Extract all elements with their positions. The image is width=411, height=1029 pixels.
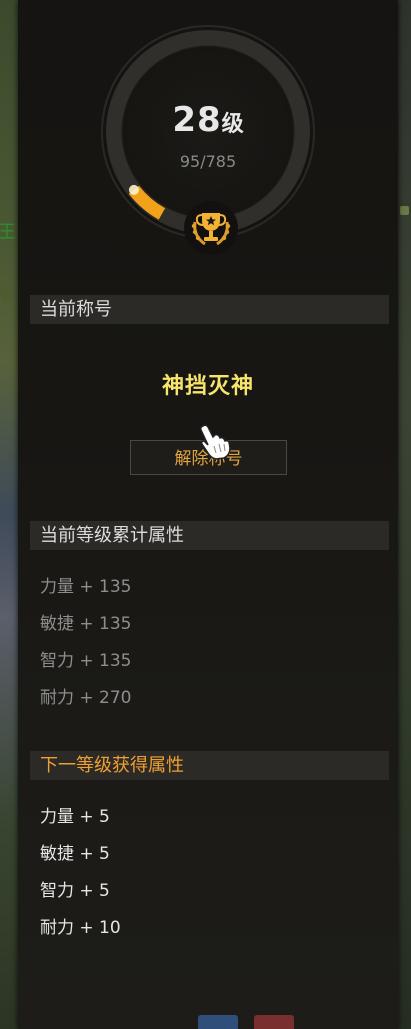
- trophy-laurel-icon: [184, 201, 238, 255]
- section-header-current-title: 当前称号: [30, 295, 389, 324]
- hand-pointer-icon: [200, 424, 231, 460]
- next-attribute-stamina: 耐力 + 10: [40, 918, 121, 938]
- background-text: 咯: [0, 284, 14, 305]
- next-attribute-intelligence: 智力 + 5: [40, 881, 110, 901]
- bottom-tab-blue[interactable]: [198, 1015, 238, 1029]
- ring-progress-head: [128, 184, 139, 195]
- level-unit: 级: [221, 112, 244, 137]
- background-decoration: [400, 206, 409, 215]
- current-attribute-agility: 敏捷 + 135: [40, 614, 132, 634]
- title-level-panel: 28级 95/785 当前称号 神挡灭神 解除称号 当前等级累计属性 力量 + …: [18, 0, 398, 1029]
- next-attribute-strength: 力量 + 5: [40, 807, 110, 827]
- current-attribute-intelligence: 智力 + 135: [40, 651, 132, 671]
- current-title-name: 神挡灭神: [161, 374, 254, 399]
- bottom-tab-red[interactable]: [254, 1015, 294, 1029]
- level-number: 28: [172, 100, 222, 140]
- section-header-next-attributes: 下一等级获得属性: [30, 751, 389, 780]
- bottom-tabs-peek: [198, 1015, 308, 1029]
- current-attribute-strength: 力量 + 135: [40, 577, 132, 597]
- section-header-current-attributes: 当前等级累计属性: [30, 521, 389, 550]
- current-attribute-stamina: 耐力 + 270: [40, 688, 132, 708]
- experience-text: 95/785: [179, 152, 237, 171]
- background-text: 王: [0, 222, 16, 243]
- game-scene: 王 咯 28级 95/785 当前称号 神挡灭神 解除称号 当前等级累计属性 力…: [0, 0, 411, 1029]
- level-display: 28级: [96, 100, 320, 140]
- next-attribute-agility: 敏捷 + 5: [40, 844, 110, 864]
